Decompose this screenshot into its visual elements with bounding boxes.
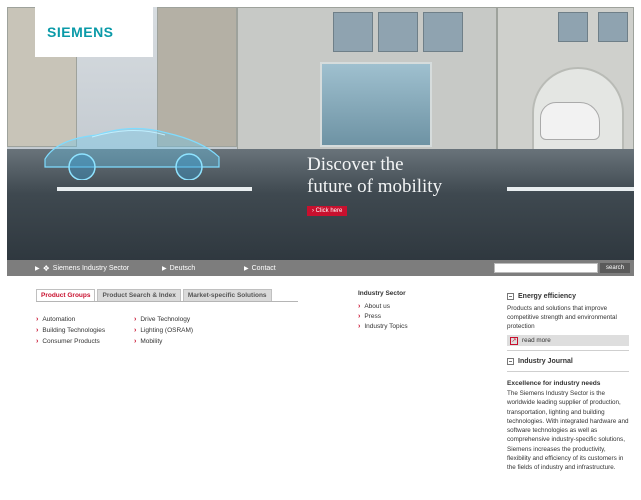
chevron-right-icon: ▶ — [244, 265, 249, 272]
industry-journal-header[interactable]: Industry Journal — [507, 355, 629, 367]
click-here-button[interactable]: › Click here — [307, 206, 348, 216]
hero-headline: Discover the future of mobility — [307, 154, 442, 198]
chevron-right-icon: › — [134, 338, 137, 345]
glass-storefront — [320, 62, 432, 147]
hero-banner[interactable]: SIEMENS Discover the future of mobility … — [7, 7, 634, 260]
link-label: Consumer Products — [42, 338, 100, 345]
search-button[interactable]: search — [600, 263, 630, 273]
link-label: Industry Topics — [364, 322, 408, 330]
building-window — [598, 12, 628, 42]
blue-concept-car-image — [44, 127, 220, 180]
nav-deutsch[interactable]: ▶ Deutsch — [162, 265, 195, 272]
nav-label: Siemens Industry Sector — [52, 264, 130, 272]
page: SIEMENS Discover the future of mobility … — [0, 0, 641, 500]
excellence-title: Excellence for industry needs — [507, 380, 601, 387]
chevron-right-icon: › — [36, 316, 39, 323]
nav-siemens-industry-sector[interactable]: ▶ ❖ Siemens Industry Sector — [35, 264, 129, 273]
product-link-building-technologies[interactable]: › Building Technologies — [36, 325, 105, 336]
tab-market-specific-solutions[interactable]: Market-specific Solutions — [182, 289, 272, 301]
link-label: About us — [364, 302, 391, 310]
building-window — [378, 12, 418, 52]
industry-sector-title: Industry Sector — [358, 290, 406, 297]
chevron-right-icon: › — [358, 312, 361, 320]
siemens-bird-icon: ❖ — [42, 263, 50, 273]
collapse-icon[interactable] — [507, 292, 514, 300]
excellence-text: The Siemens Industry Sector is the world… — [507, 390, 629, 472]
sector-link-about-us[interactable]: › About us — [358, 301, 408, 311]
sector-link-press[interactable]: › Press — [358, 311, 408, 321]
divider — [507, 350, 629, 351]
product-link-mobility[interactable]: › Mobility — [134, 336, 193, 347]
energy-efficiency-title: Energy efficiency — [518, 292, 576, 300]
building-window — [558, 12, 588, 42]
industry-sector-section: Industry Sector › About us › Press › Indust… — [358, 290, 408, 331]
lane-marking — [507, 187, 634, 191]
hero-headline-line2: future of mobility — [307, 176, 443, 197]
building-window — [423, 12, 463, 52]
product-link-automation[interactable]: › Automation — [36, 314, 105, 325]
nav-label: Deutsch — [169, 264, 196, 272]
tab-product-search-index[interactable]: Product Search & Index — [97, 289, 181, 301]
hero-headline-line1: Discover the — [307, 154, 404, 175]
building-window — [333, 12, 373, 52]
logo-box[interactable]: SIEMENS — [35, 7, 153, 57]
chevron-right-icon: › — [36, 338, 39, 345]
read-more-label: read more — [522, 337, 551, 344]
lane-marking — [57, 187, 252, 191]
nav-contact[interactable]: ▶ Contact — [244, 265, 276, 272]
siemens-logo[interactable]: SIEMENS — [47, 24, 114, 40]
chevron-right-icon: › — [36, 327, 39, 334]
chevron-right-icon: ▶ — [35, 265, 40, 272]
energy-efficiency-header[interactable]: Energy efficiency — [507, 290, 629, 302]
tab-product-groups[interactable]: Product Groups — [36, 289, 96, 301]
link-label: Building Technologies — [42, 327, 106, 334]
link-label: Lighting (OSRAM) — [140, 327, 194, 334]
industry-journal-title: Industry Journal — [518, 357, 573, 365]
read-more-link[interactable]: ↗ read more — [507, 335, 629, 346]
white-car-image — [540, 102, 600, 140]
nav-label: Contact — [251, 264, 276, 272]
arrow-up-right-icon: ↗ — [510, 336, 518, 345]
search-input[interactable] — [494, 263, 598, 273]
link-label: Automation — [42, 316, 76, 323]
right-sidebar: Energy efficiency Products and solutions… — [507, 290, 629, 473]
divider — [507, 371, 629, 372]
top-nav-bar: ▶ ❖ Siemens Industry Sector ▶ Deutsch ▶ … — [7, 260, 634, 276]
link-label: Drive Technology — [140, 316, 191, 323]
chevron-right-icon: › — [134, 316, 137, 323]
product-tabs: Product Groups Product Search & Index Ma… — [36, 289, 298, 302]
product-link-drive-technology[interactable]: › Drive Technology — [134, 314, 193, 325]
chevron-right-icon: › — [134, 327, 137, 334]
product-link-consumer-products[interactable]: › Consumer Products — [36, 336, 105, 347]
expand-icon[interactable] — [507, 357, 514, 365]
energy-efficiency-text: Products and solutions that improve comp… — [507, 305, 617, 330]
link-label: Press — [364, 312, 381, 320]
chevron-right-icon: ▶ — [162, 265, 167, 272]
sector-link-industry-topics[interactable]: › Industry Topics — [358, 321, 408, 331]
chevron-right-icon: › — [358, 302, 361, 310]
link-label: Mobility — [140, 338, 163, 345]
product-groups-col2: › Drive Technology › Lighting (OSRAM) › Mob… — [134, 314, 193, 347]
chevron-right-icon: › — [358, 322, 361, 330]
product-link-lighting-osram[interactable]: › Lighting (OSRAM) — [134, 325, 193, 336]
product-groups-col1: › Automation › Building Technologies › Cons… — [36, 314, 105, 347]
